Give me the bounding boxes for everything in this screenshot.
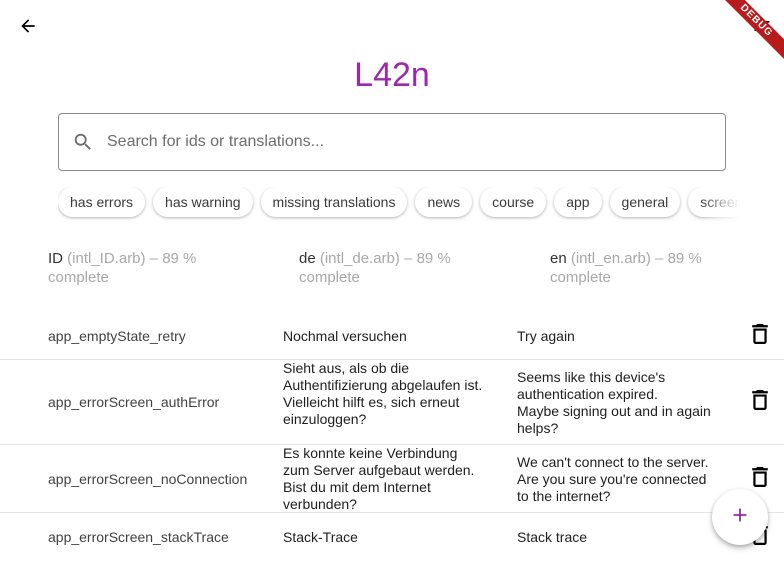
column-file-info: (intl_de.arb) – 89 % complete xyxy=(299,250,451,286)
row-en-text[interactable]: Try again xyxy=(517,328,727,345)
delete-button[interactable] xyxy=(750,323,770,349)
column-lang-label: en xyxy=(550,250,567,267)
add-translation-button[interactable] xyxy=(712,489,768,545)
trash-icon xyxy=(752,466,768,492)
row-id: app_errorScreen_noConnection xyxy=(48,471,248,487)
column-lang-label: ID xyxy=(48,250,63,267)
arrow-back-icon xyxy=(18,16,38,41)
table-row[interactable]: app_errorScreen_authError Sieht aus, als… xyxy=(0,360,784,445)
column-header-en: en (intl_en.arb) – 89 % complete xyxy=(550,249,750,287)
filter-chip-course[interactable]: course xyxy=(480,187,547,217)
column-file-info: (intl_en.arb) – 89 % complete xyxy=(550,250,702,286)
search-icon xyxy=(72,131,94,153)
add-icon xyxy=(729,504,751,531)
table-row[interactable]: app_errorScreen_stackTrace Stack-Trace S… xyxy=(0,513,784,561)
delete-button[interactable] xyxy=(750,466,770,492)
filter-chip-has-warning[interactable]: has warning xyxy=(153,187,253,217)
search-field[interactable] xyxy=(58,113,726,171)
row-en-text[interactable]: Stack trace xyxy=(517,529,727,546)
row-id: app_errorScreen_authError xyxy=(48,394,220,410)
row-de-text[interactable]: Es konnte keine Verbindung zum Server au… xyxy=(283,445,483,513)
filter-chip-missing-translations[interactable]: missing translations xyxy=(260,187,408,217)
filter-chips: has errors has warning missing translation… xyxy=(58,187,740,221)
table-row[interactable]: app_emptyState_retry Nochmal versuchen T… xyxy=(0,312,784,360)
column-lang-label: de xyxy=(299,250,316,267)
filter-chip-app[interactable]: app xyxy=(554,187,602,217)
row-de-text[interactable]: Nochmal versuchen xyxy=(283,328,483,345)
menu-icon xyxy=(752,16,772,41)
filter-chip-has-errors[interactable]: has errors xyxy=(58,187,146,217)
row-en-line: Seems like this device's authentication … xyxy=(517,369,711,436)
filter-chip-news[interactable]: news xyxy=(415,187,473,217)
filter-chip-screen[interactable]: screen xyxy=(688,187,740,217)
row-de-line: Sieht aus, als ob die Authentifizierung … xyxy=(283,360,483,427)
row-id: app_errorScreen_stackTrace xyxy=(48,529,229,545)
back-button[interactable] xyxy=(14,14,42,42)
column-header-id: ID (intl_ID.arb) – 89 % complete xyxy=(48,249,248,287)
row-de-text[interactable]: Sieht aus, als ob die Authentifizierung … xyxy=(283,360,483,428)
filter-chip-general[interactable]: general xyxy=(609,187,681,217)
table-row[interactable]: app_errorScreen_noConnection Es konnte k… xyxy=(0,445,784,513)
page-title: L42n xyxy=(354,56,430,94)
column-file-info: (intl_ID.arb) – 89 % complete xyxy=(48,250,197,286)
menu-button[interactable] xyxy=(748,14,776,42)
column-header-de: de (intl_de.arb) – 89 % complete xyxy=(299,249,499,287)
trash-icon xyxy=(752,323,768,349)
trash-icon xyxy=(752,389,768,415)
row-en-text[interactable]: We can't connect to the server. Are you … xyxy=(517,454,722,505)
search-input[interactable] xyxy=(107,133,725,151)
row-id: app_emptyState_retry xyxy=(48,328,186,344)
delete-button[interactable] xyxy=(750,389,770,415)
row-de-text[interactable]: Stack-Trace xyxy=(283,529,483,546)
row-en-text[interactable]: Seems like this device's authentication … xyxy=(517,369,727,437)
